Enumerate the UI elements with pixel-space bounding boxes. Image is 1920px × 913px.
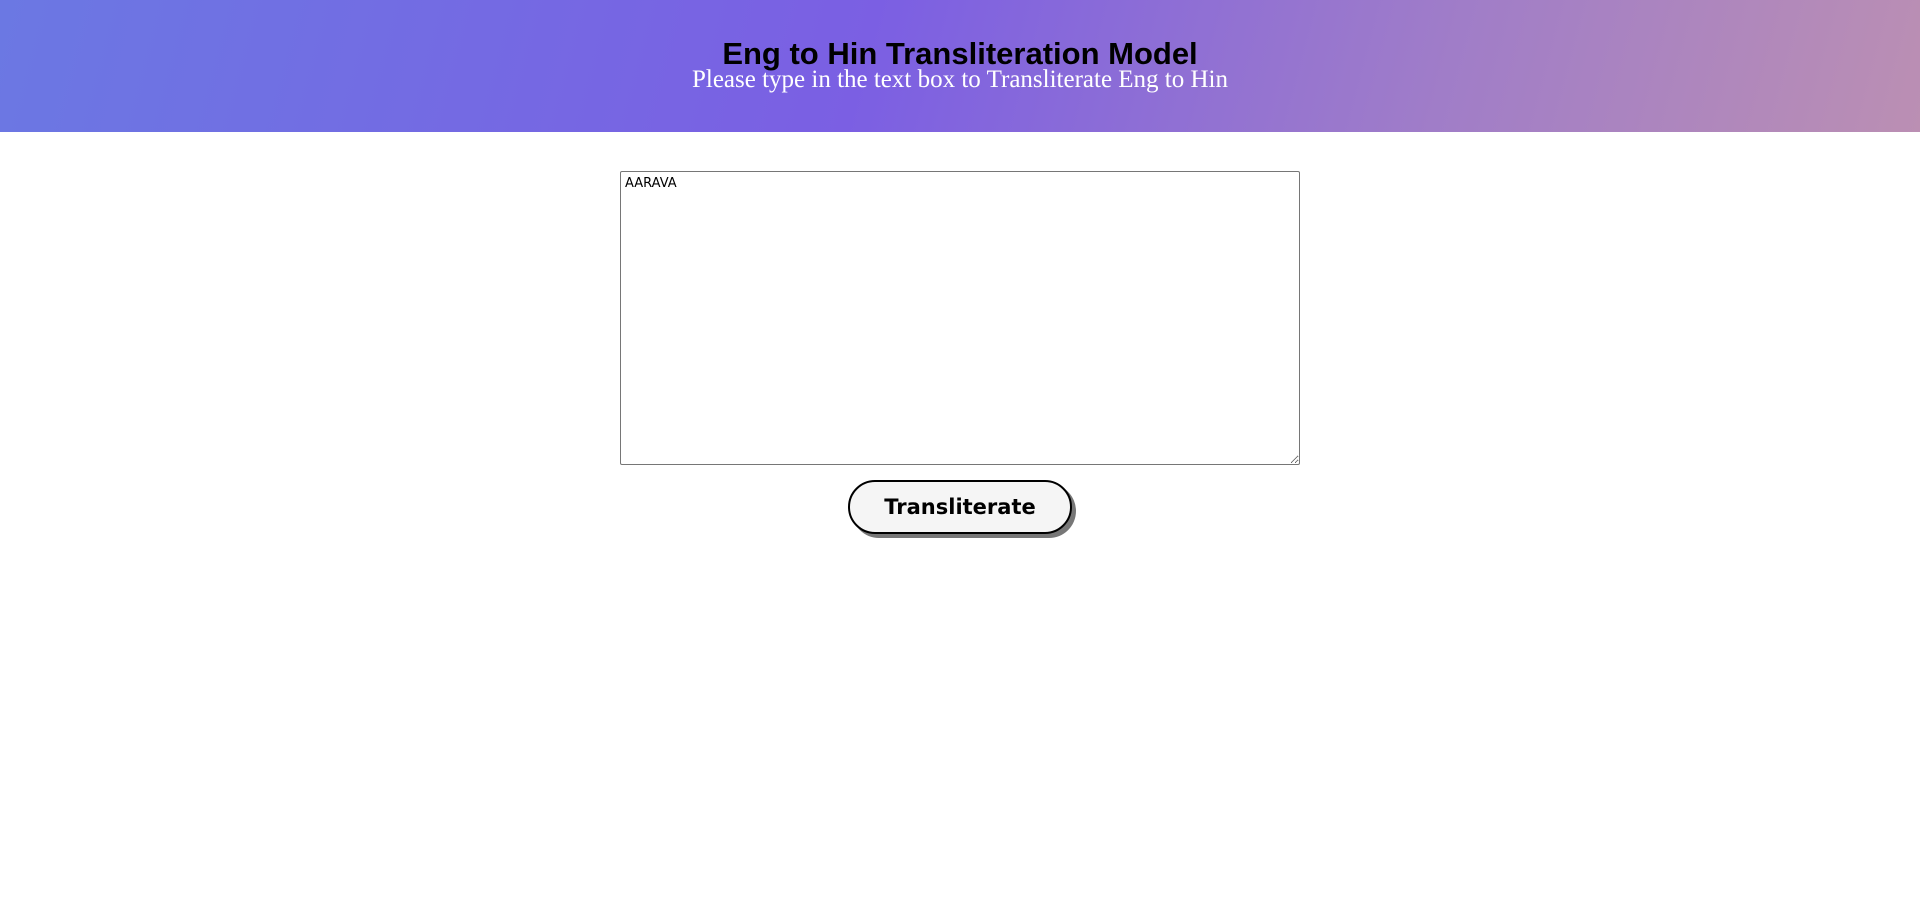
page-subtitle: Please type in the text box to Translite… bbox=[691, 66, 1229, 93]
input-container: AARAVA bbox=[620, 171, 1300, 465]
transliterate-button[interactable]: Transliterate bbox=[848, 480, 1072, 534]
page-header: Eng to Hin Transliteration Model Please … bbox=[0, 0, 1920, 132]
transliteration-input[interactable]: AARAVA bbox=[620, 171, 1300, 465]
